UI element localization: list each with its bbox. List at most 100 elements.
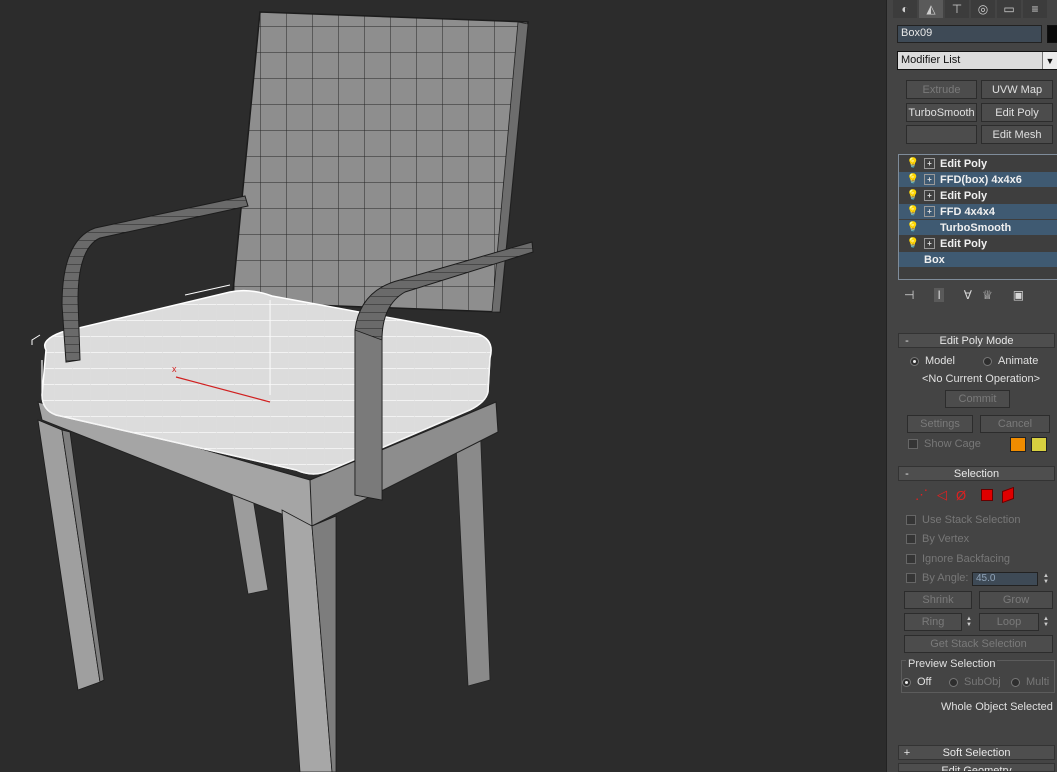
stack-item-label: Edit Poly bbox=[940, 237, 988, 250]
make-unique-icon[interactable]: ∀ bbox=[964, 288, 972, 302]
grow-button[interactable]: Grow bbox=[979, 591, 1053, 609]
lightbulb-icon[interactable]: 💡 bbox=[907, 174, 919, 185]
by-angle-label: By Angle: bbox=[922, 572, 969, 584]
current-operation-label: <No Current Operation> bbox=[922, 373, 1041, 385]
preview-multi-label: Multi bbox=[1026, 676, 1050, 688]
modifier-stack: 💡 + Edit Poly 💡 + FFD(box) 4x4x6 💡 + Edi… bbox=[898, 154, 1057, 280]
stack-item-box[interactable]: Box bbox=[899, 252, 1057, 267]
loop-button[interactable]: Loop bbox=[979, 613, 1039, 631]
stack-item-label: Edit Poly bbox=[940, 157, 988, 170]
lightbulb-icon[interactable]: 💡 bbox=[907, 190, 919, 201]
edge-icon[interactable]: ◁ bbox=[937, 487, 947, 503]
rollout-title: Edit Geometry bbox=[941, 765, 1012, 772]
preview-subobj-label: SubObj bbox=[964, 676, 1001, 688]
lightbulb-icon[interactable]: 💡 bbox=[907, 158, 919, 169]
edit-geometry-rollout-header[interactable]: Edit Geometry bbox=[898, 763, 1055, 772]
utilities-tab-icon[interactable]: ≡ bbox=[1023, 0, 1047, 18]
rollout-title: Edit Poly Mode bbox=[939, 334, 1014, 347]
use-stack-selection-label: Use Stack Selection bbox=[922, 514, 1021, 526]
selection-rollout-header[interactable]: - Selection bbox=[898, 466, 1055, 481]
expand-plus-icon[interactable]: + bbox=[924, 174, 935, 185]
remove-modifier-icon[interactable]: ♕ bbox=[982, 288, 993, 302]
edit-poly-mode-rollout-header[interactable]: - Edit Poly Mode bbox=[898, 333, 1055, 348]
cage-color-swatch-1[interactable] bbox=[1010, 437, 1026, 452]
polygon-icon[interactable] bbox=[981, 489, 994, 501]
by-angle-spinner[interactable]: 45.0 bbox=[972, 572, 1038, 586]
subobject-level-buttons: ⋰ ◁ Ø bbox=[915, 486, 1015, 504]
command-panel-tabs: ◐ ◭ ⊤ ◎ ▭ ≡ bbox=[887, 0, 1057, 18]
checkbox-box bbox=[906, 554, 916, 564]
show-cage-checkbox[interactable]: Show Cage bbox=[908, 438, 981, 450]
empty-modifier-button[interactable] bbox=[906, 125, 977, 144]
turbosmooth-button[interactable]: TurboSmooth bbox=[906, 103, 977, 122]
preview-selection-label: Preview Selection bbox=[906, 658, 998, 670]
cancel-button[interactable]: Cancel bbox=[980, 415, 1050, 433]
modify-tab-icon[interactable]: ◭ bbox=[919, 0, 943, 18]
show-cage-label: Show Cage bbox=[924, 438, 981, 450]
by-vertex-label: By Vertex bbox=[922, 533, 970, 545]
ring-spinner-icon[interactable]: ▲ ▼ bbox=[965, 615, 973, 629]
ignore-backfacing-checkbox[interactable]: Ignore Backfacing bbox=[906, 553, 1010, 565]
stack-item-ffd-box[interactable]: 💡 + FFD(box) 4x4x6 bbox=[899, 172, 1057, 187]
stack-tools-bar: ⊣ I ∀ ♕ ▣ bbox=[898, 286, 1057, 304]
edit-mesh-button[interactable]: Edit Mesh bbox=[981, 125, 1053, 144]
radio-dot bbox=[983, 356, 992, 366]
checkbox-box bbox=[908, 439, 918, 449]
hierarchy-tab-icon[interactable]: ⊤ bbox=[945, 0, 969, 18]
radio-dot bbox=[902, 677, 911, 687]
stack-item-edit-poly-3[interactable]: 💡 + Edit Poly bbox=[899, 236, 1057, 251]
cage-color-swatch-2[interactable] bbox=[1031, 437, 1047, 452]
use-stack-selection-checkbox[interactable]: Use Stack Selection bbox=[906, 514, 1020, 526]
pin-stack-icon[interactable]: ⊣ bbox=[904, 288, 914, 302]
loop-spinner-icon[interactable]: ▲ ▼ bbox=[1042, 615, 1050, 629]
expand-plus-icon[interactable]: + bbox=[924, 206, 935, 217]
model-radio-label: Model bbox=[925, 355, 955, 367]
commit-button[interactable]: Commit bbox=[945, 390, 1010, 408]
collapse-sign: - bbox=[905, 467, 909, 480]
collapse-sign: - bbox=[905, 334, 909, 347]
get-stack-selection-button[interactable]: Get Stack Selection bbox=[904, 635, 1053, 653]
display-tab-icon[interactable]: ▭ bbox=[997, 0, 1021, 18]
perspective-viewport[interactable]: x bbox=[0, 0, 886, 772]
expand-sign: + bbox=[903, 746, 911, 759]
extrude-button[interactable]: Extrude bbox=[906, 80, 977, 99]
preview-off-radio[interactable]: Off bbox=[902, 676, 931, 688]
stack-item-edit-poly-1[interactable]: 💡 + Edit Poly bbox=[899, 156, 1057, 171]
spinner-arrows-icon[interactable]: ▲ ▼ bbox=[1042, 572, 1050, 586]
preview-subobj-radio[interactable]: SubObj bbox=[949, 676, 1001, 688]
show-end-result-icon[interactable]: I bbox=[934, 288, 944, 302]
expand-plus-icon[interactable]: + bbox=[924, 190, 935, 201]
expand-plus-icon[interactable]: + bbox=[924, 158, 935, 169]
modifier-list-dropdown[interactable]: Modifier List ▼ bbox=[897, 51, 1057, 70]
edit-poly-button[interactable]: Edit Poly bbox=[981, 103, 1053, 122]
lightbulb-icon[interactable]: 💡 bbox=[907, 238, 919, 249]
configure-modifier-sets-icon[interactable]: ▣ bbox=[1013, 288, 1024, 302]
border-icon[interactable]: Ø bbox=[956, 488, 966, 503]
uvw-map-button[interactable]: UVW Map bbox=[981, 80, 1053, 99]
by-angle-checkbox[interactable]: By Angle: bbox=[906, 572, 968, 584]
object-color-swatch[interactable] bbox=[1047, 25, 1057, 43]
preview-multi-radio[interactable]: Multi bbox=[1011, 676, 1049, 688]
motion-tab-icon[interactable]: ◎ bbox=[971, 0, 995, 18]
settings-button[interactable]: Settings bbox=[907, 415, 973, 433]
animate-radio[interactable]: Animate bbox=[983, 355, 1038, 367]
element-icon[interactable] bbox=[1002, 486, 1015, 504]
expand-plus-icon[interactable]: + bbox=[924, 238, 935, 249]
stack-item-label: TurboSmooth bbox=[940, 221, 1012, 234]
stack-item-label: FFD(box) 4x4x6 bbox=[940, 173, 1022, 186]
animate-radio-label: Animate bbox=[998, 355, 1039, 367]
model-radio[interactable]: Model bbox=[910, 355, 955, 367]
shrink-button[interactable]: Shrink bbox=[904, 591, 972, 609]
stack-item-ffd-4x4x4[interactable]: 💡 + FFD 4x4x4 bbox=[899, 204, 1057, 219]
soft-selection-rollout-header[interactable]: + Soft Selection bbox=[898, 745, 1055, 760]
by-vertex-checkbox[interactable]: By Vertex bbox=[906, 533, 969, 545]
stack-item-turbosmooth[interactable]: 💡 TurboSmooth bbox=[899, 220, 1057, 235]
object-name-input[interactable]: Box09 bbox=[897, 25, 1042, 43]
lightbulb-icon[interactable]: 💡 bbox=[907, 206, 919, 217]
lightbulb-icon[interactable]: 💡 bbox=[907, 222, 919, 233]
vertex-icon[interactable]: ⋰ bbox=[915, 487, 928, 503]
stack-item-edit-poly-2[interactable]: 💡 + Edit Poly bbox=[899, 188, 1057, 203]
chevron-down-icon: ▼ bbox=[1042, 52, 1057, 69]
create-tab-icon[interactable]: ◐ bbox=[893, 0, 917, 18]
ring-button[interactable]: Ring bbox=[904, 613, 962, 631]
